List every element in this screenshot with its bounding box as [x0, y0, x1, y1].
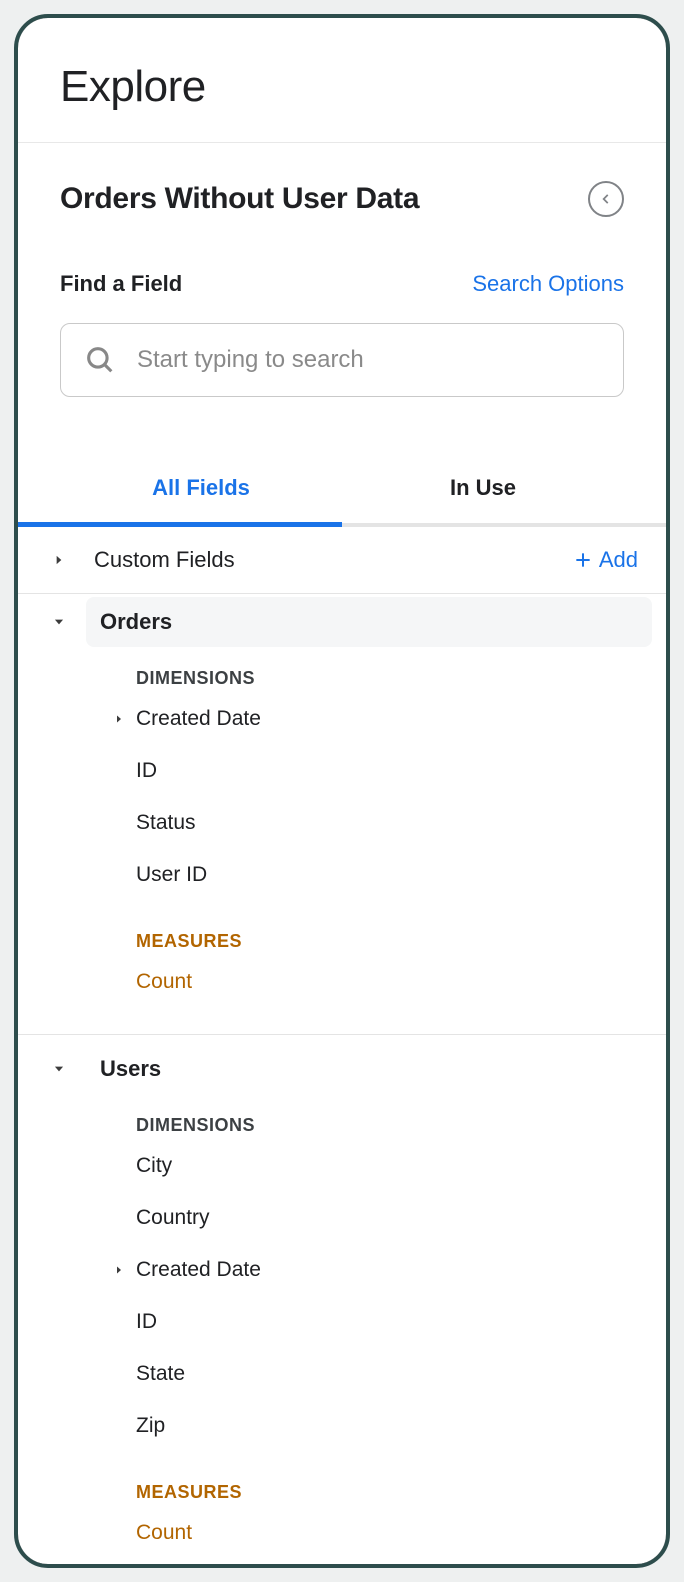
field-label: User ID: [136, 863, 207, 887]
field-users-state[interactable]: State: [18, 1348, 666, 1400]
field-orders-id[interactable]: ID: [18, 745, 666, 797]
field-users-id[interactable]: ID: [18, 1296, 666, 1348]
field-users-created-date[interactable]: Created Date: [18, 1244, 666, 1296]
tab-all-fields[interactable]: All Fields: [60, 453, 342, 523]
tab-in-use[interactable]: In Use: [342, 453, 624, 523]
field-label: State: [136, 1362, 185, 1386]
page-title: Explore: [60, 62, 624, 112]
dimensions-label: DIMENSIONS: [18, 650, 666, 693]
field-label: Status: [136, 811, 196, 835]
search-input[interactable]: [135, 345, 601, 375]
field-users-zip[interactable]: Zip: [18, 1400, 666, 1452]
field-label: Count: [136, 970, 192, 994]
field-label: Zip: [136, 1414, 165, 1438]
group-name: Orders: [86, 597, 652, 647]
field-label: ID: [136, 759, 157, 783]
measures-label: MEASURES: [18, 1452, 666, 1507]
group-header-orders[interactable]: Orders: [18, 594, 666, 650]
field-label: Count: [136, 1521, 192, 1545]
field-label: Created Date: [136, 1258, 261, 1282]
panel-title: Orders Without User Data: [60, 182, 419, 216]
collapse-panel-button[interactable]: [588, 181, 624, 217]
measures-label: MEASURES: [18, 901, 666, 956]
caret-down-icon: [46, 1062, 72, 1076]
caret-right-icon: [102, 1264, 136, 1276]
dimensions-label: DIMENSIONS: [18, 1097, 666, 1140]
field-label: ID: [136, 1310, 157, 1334]
caret-down-icon: [46, 615, 72, 629]
field-orders-count[interactable]: Count: [18, 956, 666, 1008]
field-orders-created-date[interactable]: Created Date: [18, 693, 666, 745]
group-header-users[interactable]: Users: [18, 1041, 666, 1097]
search-field[interactable]: [60, 323, 624, 397]
field-users-city[interactable]: City: [18, 1140, 666, 1192]
search-options-link[interactable]: Search Options: [472, 271, 624, 297]
caret-right-icon: [102, 713, 136, 725]
field-label: City: [136, 1154, 172, 1178]
field-orders-user-id[interactable]: User ID: [18, 849, 666, 901]
caret-right-icon: [46, 553, 72, 567]
chevron-left-icon: [599, 192, 613, 206]
add-label: Add: [599, 547, 638, 573]
field-users-country[interactable]: Country: [18, 1192, 666, 1244]
tab-underline: [18, 523, 666, 527]
group-name: Users: [86, 1044, 652, 1094]
field-users-count[interactable]: Count: [18, 1507, 666, 1559]
add-custom-field-button[interactable]: Add: [573, 547, 638, 573]
custom-fields-row[interactable]: Custom Fields Add: [18, 527, 666, 593]
search-icon: [83, 343, 117, 377]
divider: [18, 1034, 666, 1035]
custom-fields-label: Custom Fields: [94, 547, 235, 573]
field-orders-status[interactable]: Status: [18, 797, 666, 849]
field-label: Created Date: [136, 707, 261, 731]
plus-icon: [573, 550, 593, 570]
field-label: Country: [136, 1206, 210, 1230]
find-field-label: Find a Field: [60, 271, 182, 297]
